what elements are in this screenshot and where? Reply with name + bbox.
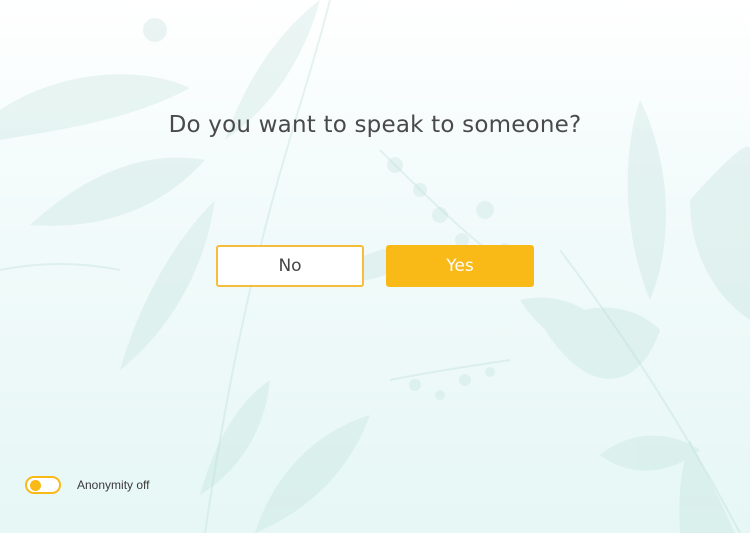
page-title: Do you want to speak to someone? [168, 112, 582, 138]
anonymity-toggle[interactable] [25, 476, 61, 494]
leaf-pattern-icon [0, 0, 750, 533]
anonymity-control: Anonymity off [25, 476, 149, 494]
yes-button[interactable]: Yes [386, 245, 534, 287]
no-button[interactable]: No [216, 245, 364, 287]
anonymity-label: Anonymity off [77, 478, 150, 492]
toggle-knob [30, 480, 41, 491]
